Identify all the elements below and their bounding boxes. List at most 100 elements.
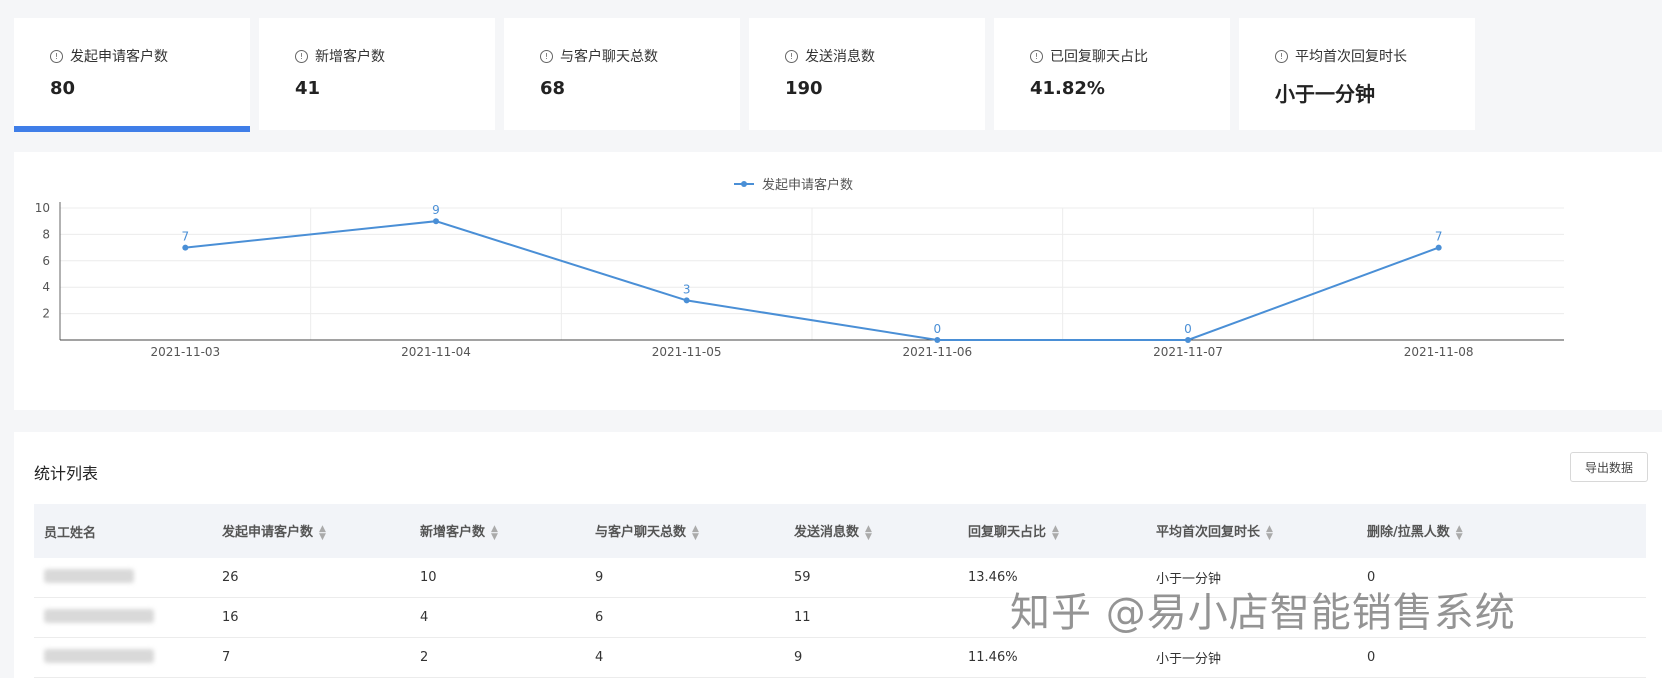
col-header-label: 平均首次回复时长 [1156, 525, 1261, 541]
table-row: 7 2 4 9 11.46% 小于一分钟 0 [34, 637, 1646, 678]
stats-table-panel: 统计列表 导出数据 员工姓名 发起申请客户数 ▲ ▼ 新增客户数 ▲ ▼ 与客户聊天总数… [14, 432, 1662, 678]
y-tick-label: 10 [35, 201, 50, 215]
watermark: 知乎 @易小店智能销售系统 [1010, 590, 1516, 636]
stat-label-text: 发送消息数 [805, 49, 875, 65]
col-header-label: 删除/拉黑人数 [1367, 525, 1450, 541]
table-cell: 6 [585, 597, 784, 638]
y-tick-label: 6 [42, 254, 50, 268]
stat-label: ! 发送消息数 [785, 46, 875, 66]
sort-icon[interactable]: ▲ ▼ [491, 524, 498, 541]
info-icon: ! [295, 49, 308, 63]
table-cell: 0 [1357, 637, 1646, 678]
blurred-name [44, 648, 154, 663]
col-header-deleted[interactable]: 删除/拉黑人数 ▲ ▼ [1357, 504, 1646, 558]
stat-label: ! 新增客户数 [295, 46, 385, 66]
sort-icon[interactable]: ▲ ▼ [1456, 524, 1463, 541]
table-cell: 9 [585, 558, 784, 598]
col-header-label: 与客户聊天总数 [595, 525, 687, 541]
stat-card-new[interactable]: ! 新增客户数 41 [259, 18, 495, 130]
y-tick-label: 2 [42, 307, 50, 321]
x-tick-label: 2021-11-04 [401, 345, 471, 359]
col-header-label: 新增客户数 [420, 525, 486, 541]
data-label: 3 [683, 282, 691, 296]
table-cell: 4 [410, 597, 585, 638]
stat-card-messages[interactable]: ! 发送消息数 190 [749, 18, 985, 130]
table-cell: 4 [585, 637, 784, 678]
legend-marker [741, 181, 747, 187]
data-point [934, 337, 941, 343]
table-cell: 10 [410, 558, 585, 598]
sort-icon[interactable]: ▲ ▼ [319, 524, 326, 541]
data-point [1435, 244, 1442, 251]
line-chart-panel: 2 4 6 8 10 2021-11-03 2021-11-04 2021-11-05 2021… [14, 152, 1662, 410]
table-title: 统计列表 [34, 464, 99, 483]
employee-name-cell [34, 637, 212, 678]
table-header-row: 员工姓名 发起申请客户数 ▲ ▼ 新增客户数 ▲ ▼ 与客户聊天总数 ▲ ▼ 发送消息数 ▲ ▼… [34, 504, 1646, 558]
employee-name-cell [34, 597, 212, 638]
col-header-chats[interactable]: 与客户聊天总数 ▲ ▼ [585, 504, 784, 558]
stat-card-avg-reply[interactable]: ! 平均首次回复时长 小于一分钟 [1239, 18, 1475, 130]
stat-value: 41 [295, 78, 321, 99]
col-header-name: 员工姓名 [34, 504, 212, 558]
stat-label-text: 已回复聊天占比 [1050, 49, 1148, 65]
stat-label-text: 与客户聊天总数 [560, 49, 658, 65]
stat-value: 190 [785, 78, 823, 99]
x-tick-label: 2021-11-07 [1153, 345, 1223, 359]
stat-label: ! 与客户聊天总数 [540, 46, 658, 66]
y-tick-label: 8 [42, 227, 50, 241]
data-point [182, 244, 189, 251]
col-header-label: 回复聊天占比 [968, 525, 1047, 541]
col-header-avg-reply[interactable]: 平均首次回复时长 ▲ ▼ [1146, 504, 1357, 558]
stat-label-text: 新增客户数 [315, 49, 385, 65]
info-icon: ! [1275, 49, 1288, 63]
line-chart: 2 4 6 8 10 2021-11-03 2021-11-04 2021-11-05 2021… [35, 177, 1564, 359]
stat-card-chats[interactable]: ! 与客户聊天总数 68 [504, 18, 740, 130]
data-label: 0 [1184, 322, 1192, 336]
col-header-label: 员工姓名 [44, 525, 97, 541]
data-label: 0 [934, 322, 942, 336]
col-header-apply[interactable]: 发起申请客户数 ▲ ▼ [212, 504, 410, 558]
table-cell: 59 [784, 558, 958, 598]
data-point [433, 218, 439, 225]
info-icon: ! [50, 49, 63, 63]
stat-card-reply-ratio[interactable]: ! 已回复聊天占比 41.82% [994, 18, 1230, 130]
table-cell: 11 [784, 597, 958, 638]
info-icon: ! [785, 49, 798, 63]
data-point [1185, 337, 1191, 343]
legend-label: 发起申请客户数 [762, 177, 853, 193]
x-tick-label: 2021-11-05 [652, 345, 722, 359]
stat-label: ! 已回复聊天占比 [1030, 46, 1148, 66]
stat-label-text: 平均首次回复时长 [1295, 49, 1407, 65]
data-point [683, 297, 690, 304]
col-header-new[interactable]: 新增客户数 ▲ ▼ [410, 504, 585, 558]
info-icon: ! [540, 49, 553, 63]
table-cell: 小于一分钟 [1146, 637, 1357, 678]
data-label: 9 [432, 203, 440, 217]
col-header-messages[interactable]: 发送消息数 ▲ ▼ [784, 504, 958, 558]
stat-label-text: 发起申请客户数 [70, 49, 168, 65]
stat-value: 小于一分钟 [1275, 82, 1375, 106]
data-label: 7 [182, 230, 190, 244]
x-tick-label: 2021-11-06 [902, 345, 972, 359]
info-icon: ! [1030, 49, 1043, 63]
stat-label: ! 发起申请客户数 [50, 46, 168, 66]
sort-icon[interactable]: ▲ ▼ [692, 524, 699, 541]
blurred-name [44, 568, 134, 583]
table-cell: 2 [410, 637, 585, 678]
x-tick-label: 2021-11-08 [1404, 345, 1474, 359]
export-data-button[interactable]: 导出数据 [1570, 452, 1648, 482]
sort-icon[interactable]: ▲ ▼ [865, 524, 872, 541]
stat-value: 80 [50, 78, 76, 99]
sort-icon[interactable]: ▲ ▼ [1052, 524, 1059, 541]
table-cell: 11.46% [958, 637, 1146, 678]
stat-value: 41.82% [1030, 78, 1105, 99]
employee-name-cell [34, 558, 212, 598]
stat-card-apply[interactable]: ! 发起申请客户数 80 [14, 18, 250, 132]
table-cell: 7 [212, 637, 410, 678]
table-cell: 16 [212, 597, 410, 638]
y-tick-label: 4 [42, 280, 50, 294]
col-header-reply-ratio[interactable]: 回复聊天占比 ▲ ▼ [958, 504, 1146, 558]
col-header-label: 发送消息数 [794, 525, 860, 541]
blurred-name [44, 608, 154, 623]
sort-icon[interactable]: ▲ ▼ [1266, 524, 1273, 541]
